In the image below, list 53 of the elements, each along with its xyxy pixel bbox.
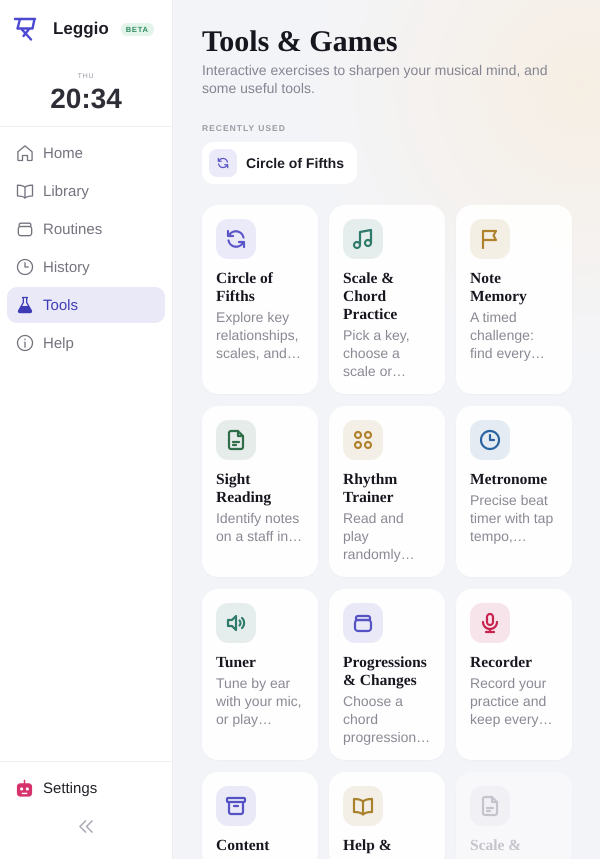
- card-description: Precise beat timer with tap tempo,…: [470, 491, 554, 545]
- nav-item[interactable]: History: [7, 249, 165, 285]
- clock-icon: [15, 257, 35, 277]
- clock-time: 20:34: [50, 84, 122, 114]
- page-subtitle: Interactive exercises to sharpen your musical mind, and some useful tools.: [202, 61, 548, 97]
- nav-item[interactable]: Library: [7, 173, 165, 209]
- sync-icon: [209, 149, 237, 177]
- card-description: Choose a chord progression…: [343, 692, 431, 746]
- nav-item[interactable]: Tools: [7, 287, 165, 323]
- tool-card[interactable]: Help &: [329, 772, 445, 859]
- settings-button[interactable]: Settings: [15, 774, 98, 802]
- section-label: RECENTLY USED: [202, 123, 286, 134]
- card-description: Record your practice and keep every…: [470, 674, 554, 728]
- card-title: Help &: [343, 837, 392, 855]
- card-title: Rhythm Trainer: [343, 471, 398, 507]
- flask-icon: [15, 295, 35, 315]
- collapse-button[interactable]: [79, 820, 93, 834]
- tool-card[interactable]: Progressions & Changes Choose a chord progression…: [329, 589, 445, 760]
- logo-icon: [12, 16, 38, 42]
- tool-card[interactable]: Sight Reading Identify notes on a staff in…: [202, 406, 318, 577]
- card-description: Pick a key, choose a scale or…: [343, 326, 411, 380]
- card-description: Read and play randomly…: [343, 509, 416, 563]
- tool-card[interactable]: Note Memory A timed challenge: find every…: [456, 205, 572, 394]
- card-title: Progressions & Changes: [343, 654, 428, 690]
- card-title: Sight Reading: [216, 471, 272, 507]
- card-description: Tune by ear with your mic, or play…: [216, 674, 303, 728]
- tool-card[interactable]: Recorder Record your practice and keep every…: [456, 589, 572, 760]
- card-description: Identify notes on a staff in…: [216, 509, 304, 545]
- card-title: Circle of Fifths: [216, 270, 274, 306]
- card-description: A timed challenge: find every…: [470, 308, 546, 362]
- robot-icon: [15, 778, 34, 798]
- tool-card[interactable]: Content: [202, 772, 318, 859]
- tool-card[interactable]: Circle of Fifths Explore key relationships, scales, and…: [202, 205, 318, 394]
- card-title: Scale & Chord Practice: [343, 270, 398, 324]
- double-chevron-left-icon: [79, 820, 93, 833]
- card-title: Content: [216, 837, 270, 855]
- card-title: Tuner: [216, 654, 256, 672]
- tool-card[interactable]: Tuner Tune by ear with your mic, or play…: [202, 589, 318, 760]
- card-title: Recorder: [470, 654, 532, 672]
- card-description: Explore key relationships, scales, and…: [216, 308, 302, 362]
- card-title: Metronome: [470, 471, 548, 489]
- tool-card[interactable]: Rhythm Trainer Read and play randomly…: [329, 406, 445, 577]
- brand-name: Leggio: [53, 19, 109, 39]
- nav-item[interactable]: Routines: [7, 211, 165, 247]
- info-icon: [15, 333, 35, 353]
- page-title: Tools & Games: [202, 25, 398, 59]
- recent-tool-chip[interactable]: Circle of Fifths: [202, 142, 358, 184]
- card-title: Note Memory: [470, 270, 528, 306]
- tool-card[interactable]: Metronome Precise beat timer with tap tempo,…: [456, 406, 572, 577]
- house-icon: [15, 143, 35, 163]
- tool-card[interactable]: Scale & Chord Practice Pick a key, choose a scale or…: [329, 205, 445, 394]
- nav-item[interactable]: Home: [7, 135, 165, 171]
- nav-item[interactable]: Help: [7, 325, 165, 361]
